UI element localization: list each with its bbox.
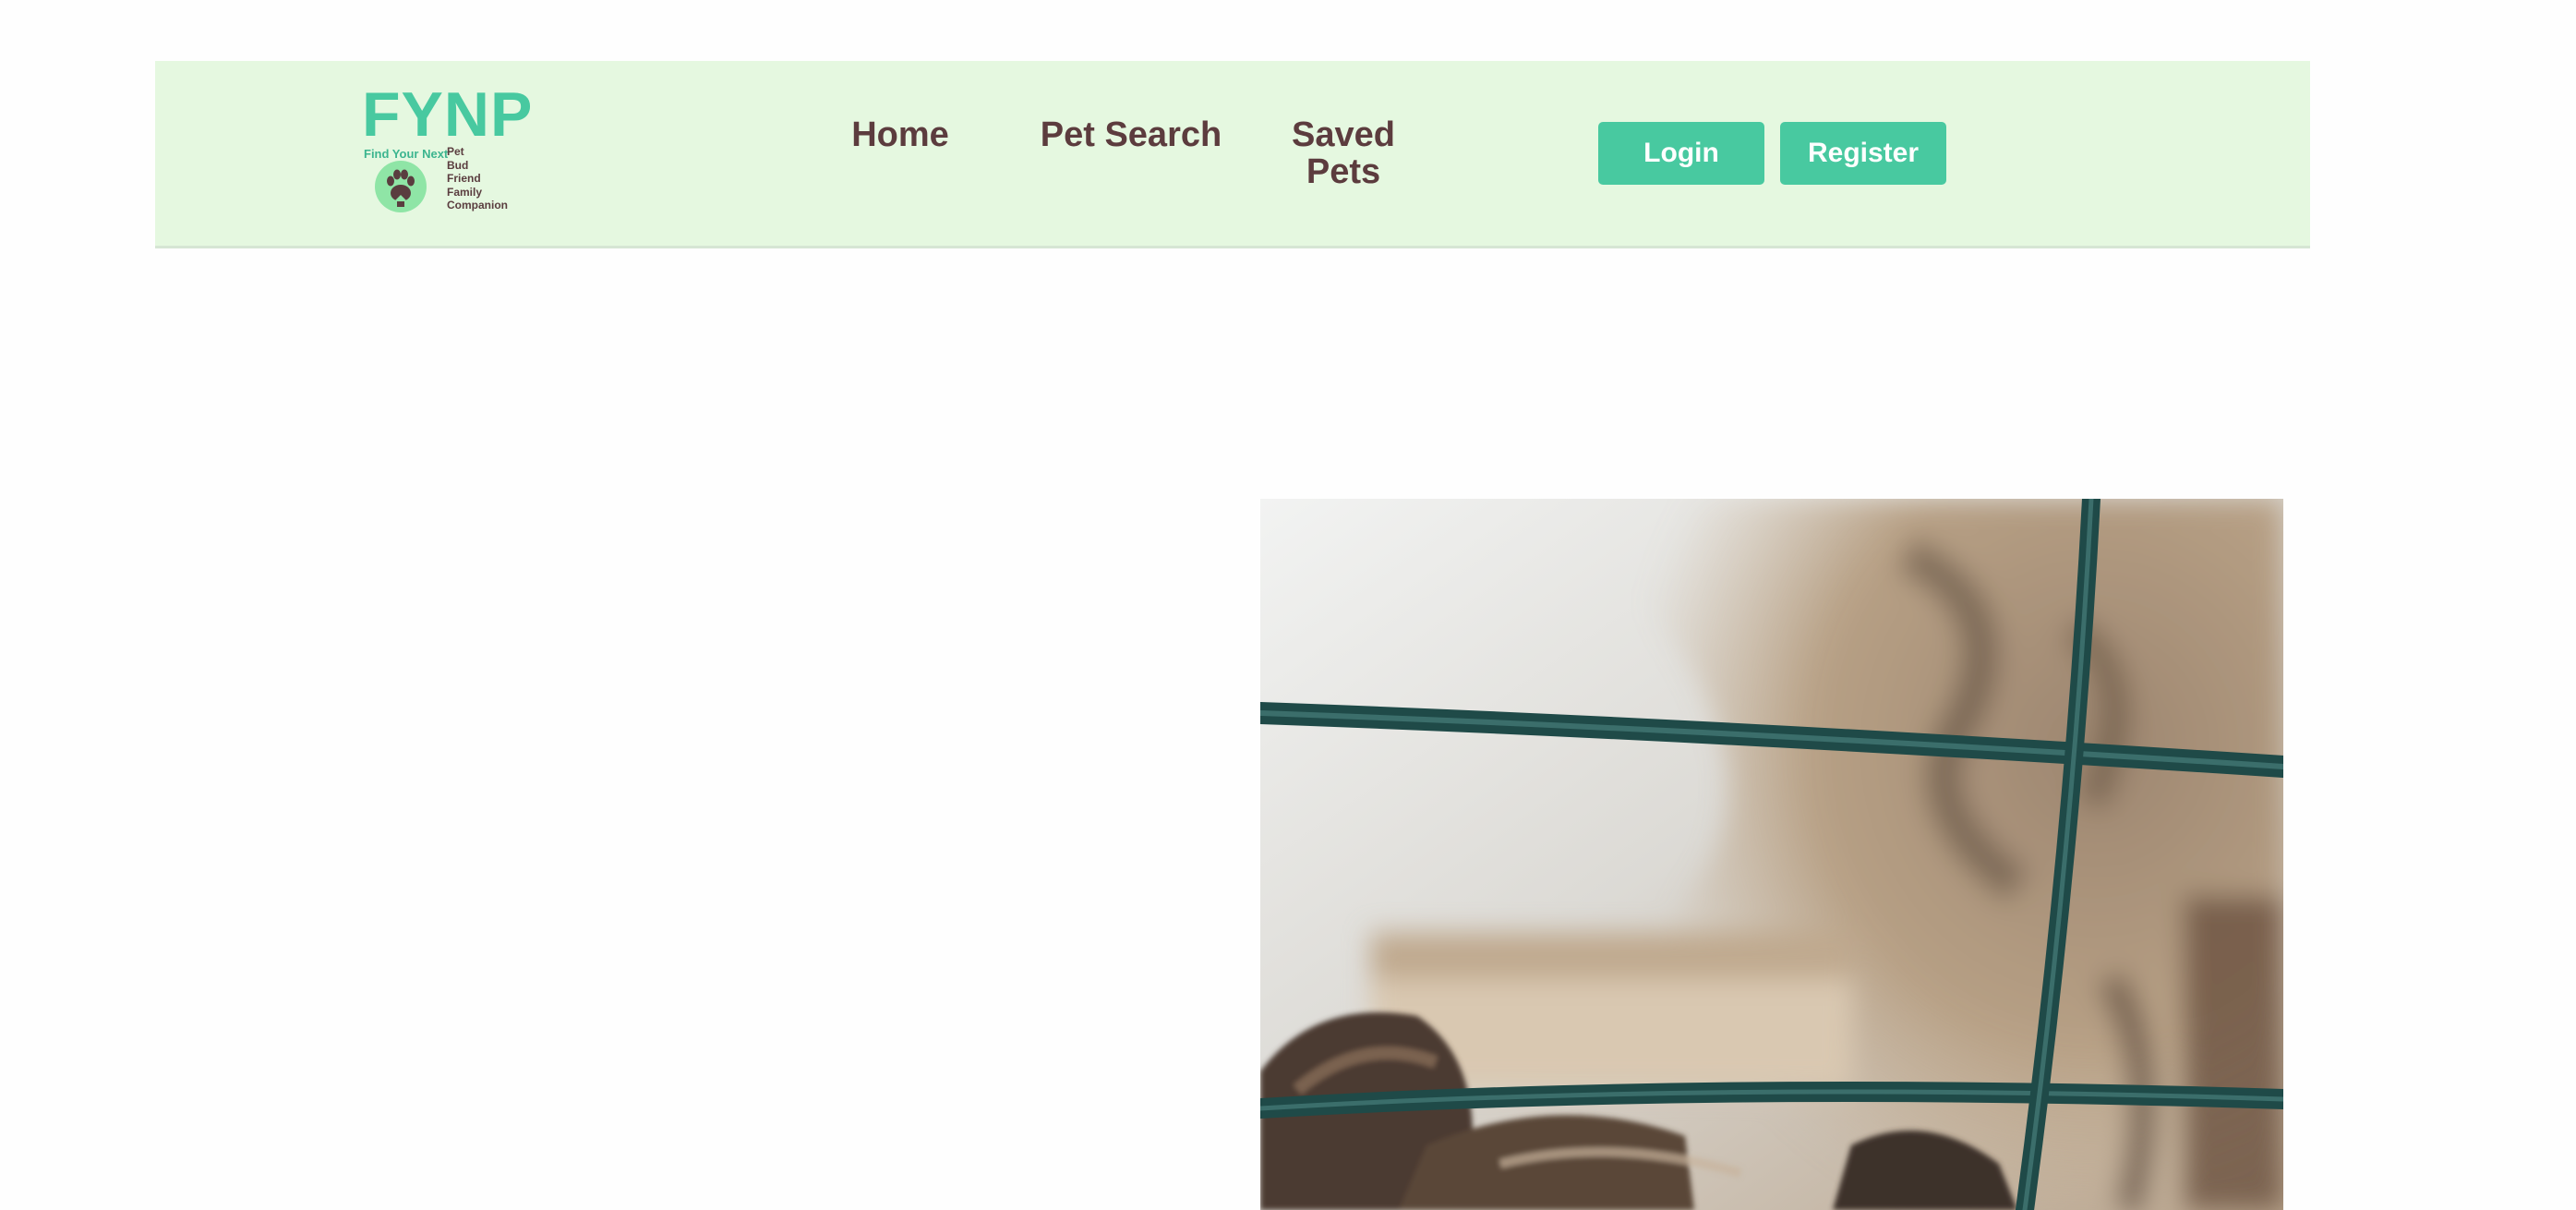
top-navbar: FYNP Find Your Next Pet Bud Friend Famil…	[155, 61, 2310, 246]
fynp-logo[interactable]: FYNP Find Your Next Pet Bud Friend Famil…	[362, 83, 532, 212]
dog-behind-fence-photo-icon	[1260, 499, 2283, 1210]
nav-home-link[interactable]: Home	[808, 116, 993, 153]
login-button[interactable]: Login	[1598, 122, 1764, 185]
hero-dog-photo	[1260, 499, 2283, 1210]
nav-pet-search-link[interactable]: Pet Search	[1039, 116, 1223, 153]
paw-icon	[375, 161, 427, 212]
nav-pet-search-label: Pet Search	[1040, 115, 1222, 154]
nav-saved-pets-link[interactable]: Saved Pets	[1270, 116, 1417, 190]
logo-title: FYNP	[362, 79, 534, 150]
logo-word: Companion	[447, 199, 508, 212]
logo-word: Family	[447, 185, 483, 199]
logo-word: Bud	[447, 158, 469, 172]
logo-word: Pet	[447, 145, 464, 158]
logo-word-list: Pet Bud Friend Family Companion	[447, 145, 508, 212]
logo-tagline: Find Your Next	[364, 147, 449, 161]
register-button[interactable]: Register	[1780, 122, 1946, 185]
nav-saved-pets-label: Saved Pets	[1292, 115, 1395, 191]
logo-word: Friend	[447, 172, 481, 185]
